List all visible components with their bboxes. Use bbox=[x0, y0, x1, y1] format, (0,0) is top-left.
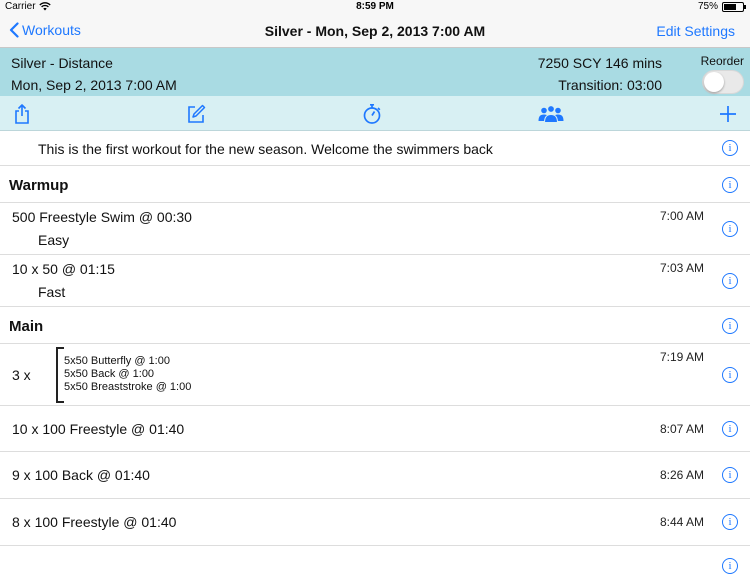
reorder-toggle[interactable] bbox=[702, 70, 744, 94]
section-title-warmup: Warmup bbox=[9, 177, 69, 194]
group-icon[interactable] bbox=[538, 103, 564, 125]
edit-icon[interactable] bbox=[185, 103, 207, 125]
set-title: 500 Freestyle Swim @ 00:30 bbox=[12, 209, 192, 225]
group-sets: 5x50 Butterfly @ 1:00 5x50 Back @ 1:00 5… bbox=[64, 355, 191, 394]
repeat-count: 3 x bbox=[12, 367, 31, 383]
workout-summary: Silver - Distance Mon, Sep 2, 2013 7:00 … bbox=[0, 48, 750, 96]
info-icon[interactable]: i bbox=[722, 467, 738, 483]
status-time: 8:59 PM bbox=[356, 1, 394, 12]
note-row[interactable]: This is the first workout for the new se… bbox=[0, 130, 750, 166]
reorder-label: Reorder bbox=[700, 54, 744, 68]
group-bracket bbox=[56, 347, 64, 403]
info-icon[interactable]: i bbox=[722, 273, 738, 289]
workout-date: Mon, Sep 2, 2013 7:00 AM bbox=[11, 77, 177, 93]
share-icon[interactable] bbox=[11, 103, 33, 125]
set-title: 9 x 100 Back @ 01:40 bbox=[12, 467, 150, 483]
battery-icon bbox=[722, 1, 746, 12]
set-time: 8:07 AM bbox=[659, 422, 704, 436]
section-header-main: Main i bbox=[0, 307, 750, 344]
transition-time: Transition: 03:00 bbox=[558, 77, 662, 93]
group-set-line: 5x50 Butterfly @ 1:00 bbox=[64, 355, 170, 367]
set-subtitle: Fast bbox=[38, 284, 66, 300]
list-item-partial[interactable]: i bbox=[0, 546, 750, 574]
set-title: 8 x 100 Freestyle @ 01:40 bbox=[12, 514, 177, 530]
section-title-main: Main bbox=[9, 318, 44, 335]
set-title: 10 x 100 Freestyle @ 01:40 bbox=[12, 421, 185, 437]
set-title: 10 x 50 @ 01:15 bbox=[12, 261, 115, 277]
info-icon[interactable]: i bbox=[722, 421, 738, 437]
list-item[interactable]: 10 x 100 Freestyle @ 01:40 8:07 AM i bbox=[0, 406, 750, 452]
set-time: 8:44 AM bbox=[659, 515, 704, 529]
page-title: Silver - Mon, Sep 2, 2013 7:00 AM bbox=[264, 23, 486, 39]
set-time: 8:26 AM bbox=[659, 468, 704, 482]
edit-settings-button[interactable]: Edit Settings bbox=[656, 23, 735, 39]
toolbar bbox=[0, 96, 750, 131]
list-item[interactable]: 10 x 50 @ 01:15 Fast 7:03 AM i bbox=[0, 255, 750, 307]
list-item[interactable]: 8 x 100 Freestyle @ 01:40 8:44 AM i bbox=[0, 499, 750, 546]
info-icon[interactable]: i bbox=[722, 558, 738, 574]
group-set-line: 5x50 Back @ 1:00 bbox=[64, 368, 155, 380]
list-item[interactable]: 500 Freestyle Swim @ 00:30 Easy 7:00 AM … bbox=[0, 203, 750, 255]
list-item[interactable]: 9 x 100 Back @ 01:40 8:26 AM i bbox=[0, 452, 750, 499]
toggle-knob bbox=[704, 72, 724, 92]
info-icon[interactable]: i bbox=[722, 140, 738, 156]
battery-fill bbox=[724, 3, 736, 10]
set-time: 7:03 AM bbox=[659, 261, 704, 275]
info-icon[interactable]: i bbox=[722, 177, 738, 193]
workout-stats: 7250 SCY 146 mins bbox=[537, 55, 662, 71]
set-time: 7:00 AM bbox=[659, 209, 704, 223]
battery-percent: 75% bbox=[697, 1, 718, 12]
set-group-row[interactable]: 3 x 5x50 Butterfly @ 1:00 5x50 Back @ 1:… bbox=[0, 344, 750, 406]
info-icon[interactable]: i bbox=[722, 318, 738, 334]
status-right: 75% bbox=[697, 1, 746, 12]
workout-name: Silver - Distance bbox=[11, 55, 113, 71]
stopwatch-icon[interactable] bbox=[361, 103, 383, 125]
info-icon[interactable]: i bbox=[722, 221, 738, 237]
status-bar: Carrier 8:59 PM 75% bbox=[0, 0, 750, 14]
workout-note: This is the first workout for the new se… bbox=[38, 141, 493, 157]
plus-icon[interactable] bbox=[717, 103, 739, 125]
set-time: 7:19 AM bbox=[659, 350, 704, 364]
group-set-line: 5x50 Breaststroke @ 1:00 bbox=[64, 381, 192, 393]
section-header-warmup: Warmup i bbox=[0, 166, 750, 203]
info-icon[interactable]: i bbox=[722, 367, 738, 383]
workout-list: This is the first workout for the new se… bbox=[0, 130, 750, 574]
set-subtitle: Easy bbox=[38, 232, 70, 248]
navigation-bar: Workouts Silver - Mon, Sep 2, 2013 7:00 … bbox=[0, 14, 750, 48]
info-icon[interactable]: i bbox=[722, 514, 738, 530]
